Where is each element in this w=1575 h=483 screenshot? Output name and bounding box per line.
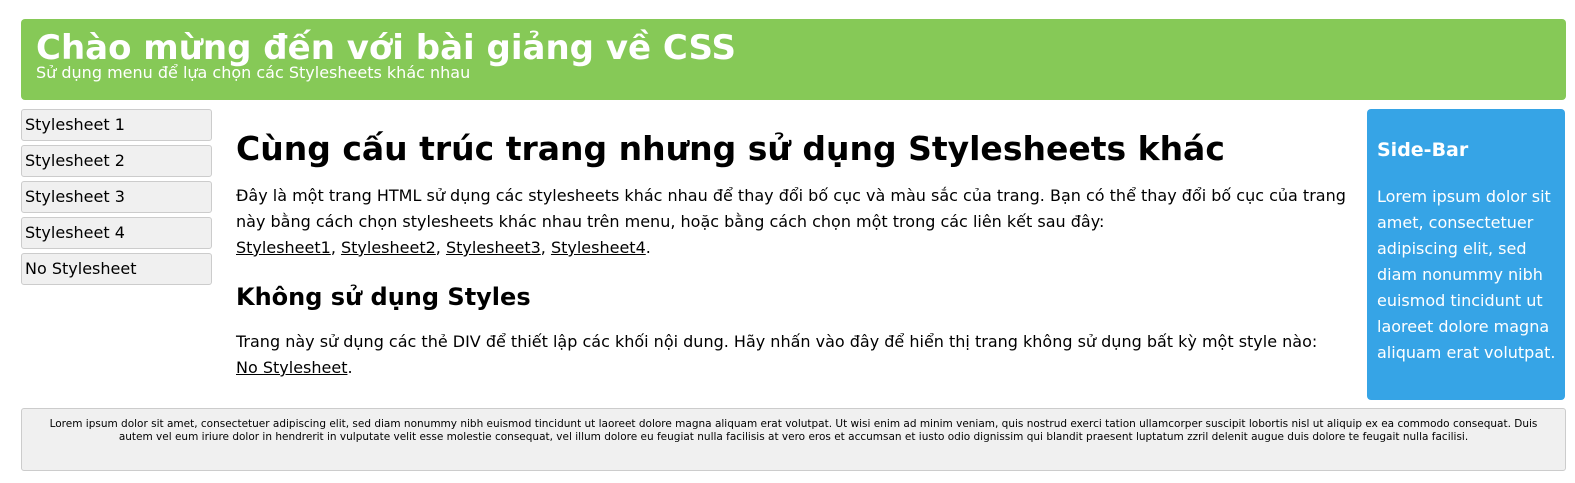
page-header: Chào mừng đến với bài giảng về CSS Sử dụ… [21,19,1566,100]
page-title: Chào mừng đến với bài giảng về CSS [36,28,736,68]
no-styles-heading: Không sử dụng Styles [236,283,531,311]
intro-paragraph: Đây là một trang HTML sử dụng các styles… [236,183,1351,261]
no-styles-paragraph: Trang này sử dụng các thẻ DIV để thiết l… [236,329,1351,381]
link-stylesheet4[interactable]: Stylesheet4 [551,238,646,257]
intro-text: Đây là một trang HTML sử dụng các styles… [236,186,1346,231]
link-no-stylesheet[interactable]: No Stylesheet [236,358,347,377]
page-footer: Lorem ipsum dolor sit amet, consectetuer… [21,408,1566,471]
main-heading: Cùng cấu trúc trang nhưng sử dụng Styles… [236,129,1225,168]
link-separator: , [540,238,551,257]
sidebar-text: Lorem ipsum dolor sit amet, consectetuer… [1377,187,1556,362]
footer-text: Lorem ipsum dolor sit amet, consectetuer… [49,418,1538,443]
sentence-end: . [347,358,353,377]
side-bar: Side-Bar Lorem ipsum dolor sit amet, con… [1367,109,1565,400]
menu-item-stylesheet-3[interactable]: Stylesheet 3 [21,181,212,213]
menu-item-stylesheet-4[interactable]: Stylesheet 4 [21,217,212,249]
link-separator: , [435,238,446,257]
stylesheet-menu: Stylesheet 1 Stylesheet 2 Stylesheet 3 S… [21,109,212,289]
link-separator: , [330,238,341,257]
page-subtitle: Sử dụng menu để lựa chọn các Stylesheets… [36,63,471,82]
sentence-end: . [645,238,651,257]
main-content: Cùng cấu trúc trang nhưng sử dụng Styles… [236,127,1351,381]
menu-item-no-stylesheet[interactable]: No Stylesheet [21,253,212,285]
sidebar-title: Side-Bar [1377,139,1469,161]
link-stylesheet1[interactable]: Stylesheet1 [236,238,331,257]
no-styles-text: Trang này sử dụng các thẻ DIV để thiết l… [236,332,1318,351]
link-stylesheet2[interactable]: Stylesheet2 [341,238,436,257]
link-stylesheet3[interactable]: Stylesheet3 [446,238,541,257]
menu-item-stylesheet-2[interactable]: Stylesheet 2 [21,145,212,177]
menu-item-stylesheet-1[interactable]: Stylesheet 1 [21,109,212,141]
